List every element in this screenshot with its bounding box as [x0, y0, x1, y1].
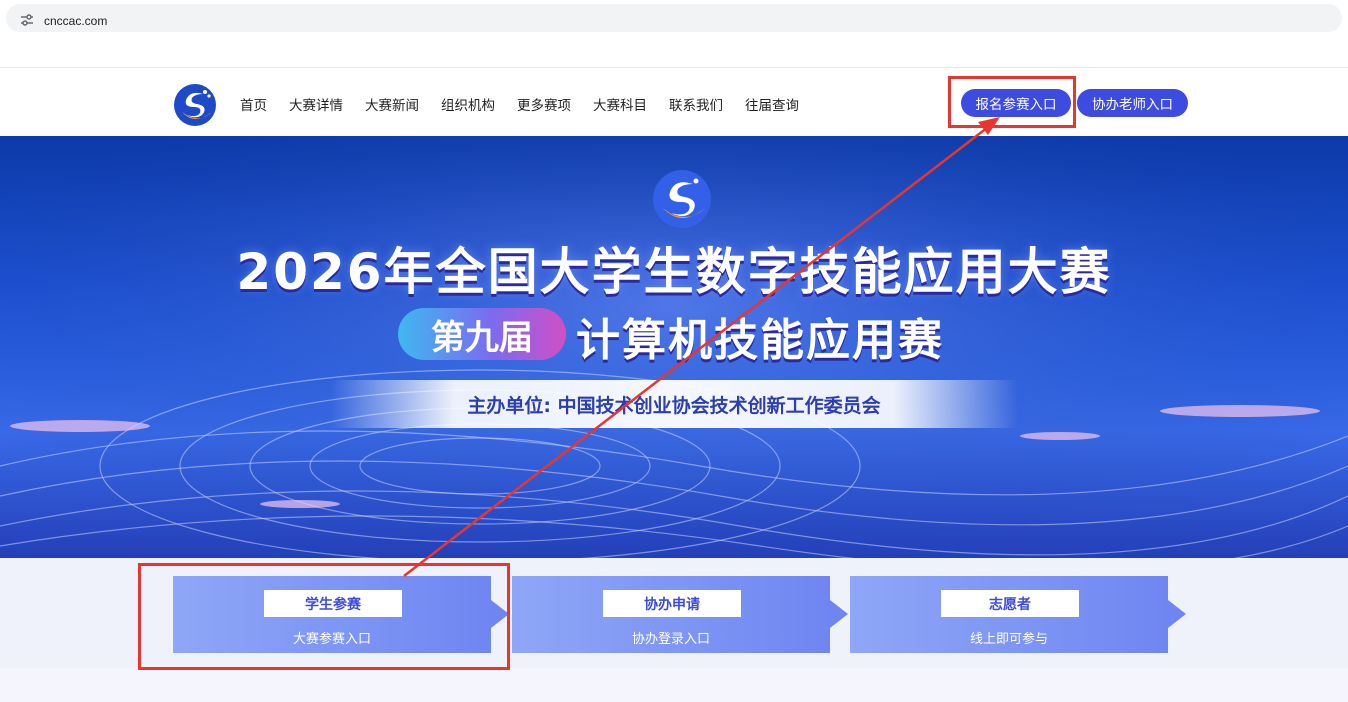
card-arrow-icon [1168, 600, 1186, 628]
hero-title: 2026年全国大学生数字技能应用大赛 [236, 243, 1112, 301]
cohost-entry-sub: 协办登录入口 [631, 632, 710, 647]
edition-subtitle: 计算机技能应用赛 [576, 315, 944, 366]
site-settings-icon[interactable] [20, 13, 34, 27]
organizer-band: 主办单位: 中国技术创业协会技术创新工作委员会 [330, 380, 1018, 428]
page-footer-strip [0, 668, 1348, 702]
volunteer-entry-sub: 线上即可参与 [969, 632, 1048, 647]
hero-logo-icon [653, 170, 711, 228]
volunteer-entry-label[interactable]: 志愿者 [941, 590, 1079, 617]
highlight-box-signup [948, 76, 1076, 128]
browser-address-bar: cnccac.com [0, 0, 1348, 36]
url-field[interactable]: cnccac.com [6, 4, 1342, 32]
cohost-entry-card[interactable]: 协办申请 协办登录入口 [512, 576, 848, 653]
organizer-text: 主办单位: 中国技术创业协会技术创新工作委员会 [467, 394, 881, 417]
card-arrow-icon [830, 600, 848, 628]
edition-badge: 第九届 [398, 308, 566, 360]
nav-home[interactable]: 首页 [240, 94, 267, 114]
site-header: 首页 大赛详情 大赛新闻 组织机构 更多赛项 大赛科目 联系我们 往届查询 报名… [0, 67, 1348, 136]
nav-past-results[interactable]: 往届查询 [745, 94, 799, 114]
nav-subjects[interactable]: 大赛科目 [593, 94, 647, 114]
nav-more-events[interactable]: 更多赛项 [517, 94, 571, 114]
highlight-box-student [138, 563, 510, 670]
nav-competition-details[interactable]: 大赛详情 [289, 94, 343, 114]
main-nav: 首页 大赛详情 大赛新闻 组织机构 更多赛项 大赛科目 联系我们 往届查询 [240, 94, 799, 114]
hero-banner: 2026年全国大学生数字技能应用大赛 第九届 计算机技能应用赛 主办单位: 中国… [0, 136, 1348, 558]
volunteer-entry-card[interactable]: 志愿者 线上即可参与 [850, 576, 1186, 653]
nav-organization[interactable]: 组织机构 [441, 94, 495, 114]
url-text: cnccac.com [44, 14, 108, 28]
cohost-entry-label[interactable]: 协办申请 [603, 590, 741, 617]
competition-logo-icon[interactable] [172, 82, 220, 128]
nav-contact-us[interactable]: 联系我们 [669, 94, 723, 114]
teacher-entry-button[interactable]: 协办老师入口 [1077, 89, 1188, 117]
nav-competition-news[interactable]: 大赛新闻 [365, 94, 419, 114]
